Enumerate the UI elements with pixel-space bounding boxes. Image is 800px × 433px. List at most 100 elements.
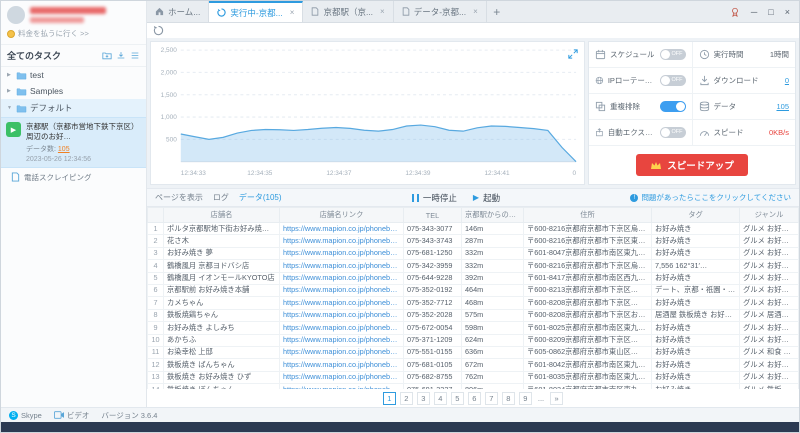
expand-chart-icon[interactable]	[568, 46, 578, 64]
column-header[interactable]: 京都駅からの距離	[462, 208, 524, 223]
stat-label: 実行時間	[714, 49, 744, 60]
shop-link[interactable]: https://www.mapion.co.jp/phoneboo…	[280, 247, 404, 259]
collapse-all-icon[interactable]	[130, 51, 140, 60]
column-header[interactable]: 住所	[524, 208, 652, 223]
close-icon[interactable]: ×	[380, 7, 385, 16]
shop-link[interactable]: https://www.mapion.co.jp/phoneboo…	[280, 322, 404, 334]
user-block[interactable]	[1, 1, 146, 26]
table-row[interactable]: 2花さ木https://www.mapion.co.jp/phoneboo…07…	[148, 235, 799, 247]
svg-text:1,500: 1,500	[161, 92, 178, 99]
table-row[interactable]: 5鶴橋風月 イオンモールKYOTO店https://www.mapion.co.…	[148, 272, 799, 284]
shop-link[interactable]: https://www.mapion.co.jp/phoneboo…	[280, 260, 404, 272]
tab-show-page[interactable]: ページを表示	[155, 192, 203, 203]
shop-link[interactable]: https://www.mapion.co.jp/phoneboo…	[280, 223, 404, 235]
page-button[interactable]: 1	[383, 392, 396, 405]
table-row[interactable]: 11お染幸松 上邸https://www.mapion.co.jp/phoneb…	[148, 346, 799, 358]
toggle-switch[interactable]: OFF	[660, 127, 686, 138]
shop-link[interactable]: https://www.mapion.co.jp/phoneboo…	[280, 371, 404, 383]
tab-kyoto-station[interactable]: 京都駅（京... ×	[303, 1, 393, 22]
tab-label: ホーム...	[168, 6, 200, 18]
page-button[interactable]: 2	[400, 392, 413, 405]
column-header[interactable]: タグ	[652, 208, 740, 223]
genre: グルメ お好み焼き・もんじゃ・たこ…	[740, 371, 799, 383]
issue-report-link[interactable]: ! 問題があったらここをクリックしてください	[630, 192, 791, 203]
tab-data-kyoto[interactable]: データ-京都... ×	[394, 1, 487, 22]
table-row[interactable]: 7カメちゃんhttps://www.mapion.co.jp/phoneboo……	[148, 297, 799, 309]
pause-button[interactable]: 一時停止	[412, 192, 457, 204]
refresh-icon[interactable]	[153, 25, 164, 36]
pay-link[interactable]: 料金を払うに行く >>	[1, 26, 146, 44]
table-row[interactable]: 8鉄板焼鶏ちゃんhttps://www.mapion.co.jp/phonebo…	[148, 309, 799, 321]
table-row[interactable]: 10あかちふhttps://www.mapion.co.jp/phoneboo……	[148, 334, 799, 346]
table-row[interactable]: 13鉄板焼き お好み焼き ひずhttps://www.mapion.co.jp/…	[148, 371, 799, 383]
start-button[interactable]: ▶ 起動	[473, 192, 500, 204]
page-button[interactable]: 5	[451, 392, 464, 405]
tel: 075-352-7712	[404, 297, 462, 309]
sidebar-folder-test[interactable]: ▶ test	[1, 67, 146, 83]
sidebar-task-phone-scraping[interactable]: 電話スクレイピング	[1, 168, 146, 187]
import-task-icon[interactable]	[116, 51, 126, 60]
page-button[interactable]: 4	[434, 392, 447, 405]
speed-up-button[interactable]: スピードアップ	[636, 154, 748, 176]
data-count-value[interactable]: 105	[58, 146, 70, 153]
page-button[interactable]: 8	[502, 392, 515, 405]
shop-link[interactable]: https://www.mapion.co.jp/phoneboo…	[280, 334, 404, 346]
maximize-button[interactable]: □	[768, 7, 773, 17]
stat-value[interactable]: 105	[776, 102, 789, 111]
shop-link[interactable]: https://www.mapion.co.jp/phoneboo…	[280, 284, 404, 296]
chevron-down-icon[interactable]: ▼	[7, 105, 13, 111]
shop-link[interactable]: https://www.mapion.co.jp/phoneboo…	[280, 235, 404, 247]
table-row[interactable]: 1ポルタ京都駅地下街お好み焼き町https://www.mapion.co.jp…	[148, 223, 799, 235]
table-row[interactable]: 6京都駅前 お好み焼き本舗https://www.mapion.co.jp/ph…	[148, 284, 799, 296]
tab-data[interactable]: データ(105)	[239, 192, 282, 203]
sidebar-folder-samples[interactable]: ▶ Samples	[1, 83, 146, 99]
stat-value[interactable]: 0	[785, 76, 789, 85]
shop-name: ポルタ京都駅地下街お好み焼き町	[164, 223, 280, 235]
close-icon[interactable]: ×	[290, 8, 295, 17]
medal-icon[interactable]	[730, 7, 740, 17]
toggle-switch[interactable]: OFF	[660, 75, 686, 86]
row-index: 5	[148, 272, 164, 284]
close-button[interactable]: ×	[785, 7, 790, 17]
column-header[interactable]: ジャンル	[740, 208, 799, 223]
table-row[interactable]: 4鶴橋風月 京都ヨドバシ店https://www.mapion.co.jp/ph…	[148, 260, 799, 272]
tab-log[interactable]: ログ	[213, 192, 229, 203]
page-button[interactable]: 6	[468, 392, 481, 405]
chevron-right-icon[interactable]: ▶	[7, 72, 13, 78]
tags: 居酒屋 鉄板焼き お好み焼き	[652, 309, 740, 321]
new-tab-button[interactable]: +	[487, 1, 507, 22]
address: 〒601-8417京都府京都市南区西九条…	[524, 272, 652, 284]
page-button[interactable]: 3	[417, 392, 430, 405]
column-header[interactable]	[148, 208, 164, 223]
shop-link[interactable]: https://www.mapion.co.jp/phoneboo…	[280, 272, 404, 284]
add-folder-icon[interactable]	[102, 51, 112, 60]
column-header[interactable]: TEL	[404, 208, 462, 223]
next-page-button[interactable]: »	[550, 392, 563, 405]
close-icon[interactable]: ×	[473, 7, 478, 16]
tags: お好み焼き	[652, 322, 740, 334]
column-header[interactable]: 店舗名リンク	[280, 208, 404, 223]
shop-name: 鶴橋風月 京都ヨドバシ店	[164, 260, 280, 272]
column-header[interactable]: 店舗名	[164, 208, 280, 223]
shop-link[interactable]: https://www.mapion.co.jp/phoneboo…	[280, 346, 404, 358]
shop-link[interactable]: https://www.mapion.co.jp/phoneboo…	[280, 359, 404, 371]
chevron-right-icon[interactable]: ▶	[7, 88, 13, 94]
skype-link[interactable]: S Skype	[9, 411, 42, 420]
page-button[interactable]: 7	[485, 392, 498, 405]
toggle-switch[interactable]	[660, 101, 686, 112]
shop-link[interactable]: https://www.mapion.co.jp/phoneboo…	[280, 297, 404, 309]
task-card-selected[interactable]: ▶ 京都駅（京都市営地下鉄下京区）周辺のお好… データ数: 105 2023-0…	[1, 117, 146, 168]
minimize-button[interactable]: ─	[751, 7, 757, 17]
avatar[interactable]	[7, 6, 25, 24]
table-row[interactable]: 12鉄板焼き ばんちゃんhttps://www.mapion.co.jp/pho…	[148, 359, 799, 371]
sidebar-folder-default[interactable]: ▼ デフォルト	[1, 99, 146, 117]
tab-running-kyoto[interactable]: 実行中-京都... ×	[209, 1, 303, 22]
toggle-switch[interactable]: OFF	[660, 49, 686, 60]
page-button[interactable]: 9	[519, 392, 532, 405]
tab-home[interactable]: ホーム...	[147, 1, 209, 22]
setting-label: 重複排除	[610, 101, 640, 112]
table-row[interactable]: 3お好み焼き 夢https://www.mapion.co.jp/phonebo…	[148, 247, 799, 259]
shop-link[interactable]: https://www.mapion.co.jp/phoneboo…	[280, 309, 404, 321]
video-tutorial-link[interactable]: ビデオ	[54, 410, 90, 421]
table-row[interactable]: 9お好み焼き よしみちhttps://www.mapion.co.jp/phon…	[148, 322, 799, 334]
